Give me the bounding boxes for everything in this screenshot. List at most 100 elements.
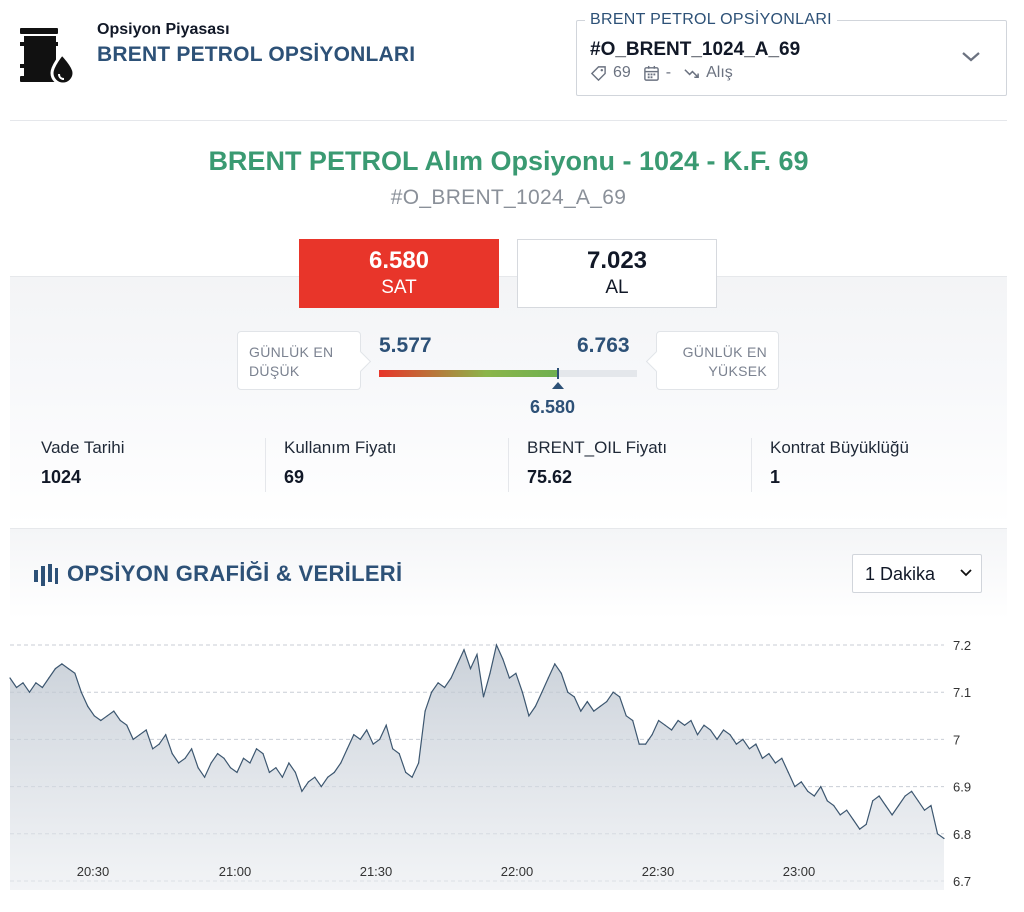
- selector-side: Alış: [706, 64, 733, 81]
- daily-low-label: GÜNLÜK EN DÜŞÜK: [237, 331, 361, 390]
- chart-point: [787, 771, 789, 773]
- sell-label: SAT: [381, 277, 417, 298]
- chart-point: [444, 686, 446, 689]
- chart-point: [437, 682, 439, 684]
- chart-point: [768, 753, 770, 755]
- chart-point: [255, 748, 258, 750]
- chart-point: [761, 757, 764, 759]
- chart-point: [813, 795, 815, 797]
- chevron-down-icon[interactable]: [960, 47, 982, 65]
- chart-point: [268, 771, 270, 773]
- chart-point: [651, 734, 653, 736]
- stat-label: Kontrat Büyüklüğü: [770, 438, 909, 457]
- sell-button[interactable]: 6.580 SAT: [299, 239, 499, 308]
- chart-point: [502, 658, 504, 660]
- buy-button[interactable]: 7.023 AL: [517, 239, 717, 308]
- chart-point: [184, 757, 186, 759]
- chart-point: [28, 691, 31, 693]
- chart-point: [405, 771, 407, 773]
- chart-point: [865, 823, 867, 825]
- y-tick-label: 6.9: [953, 780, 971, 795]
- chart-point: [800, 781, 802, 783]
- stat-value: 75.62: [527, 467, 573, 487]
- chart-point: [204, 776, 206, 778]
- chart-point: [294, 771, 296, 773]
- chart-point: [495, 644, 498, 646]
- y-tick-label: 7.1: [953, 685, 971, 700]
- chart-point: [333, 771, 335, 773]
- calendar-icon: [643, 65, 659, 81]
- chart-point: [353, 734, 355, 736]
- selector-meta: 69 - Alış: [590, 64, 733, 82]
- daily-high-label: GÜNLÜK EN YÜKSEK: [656, 331, 779, 390]
- x-tick-label: 20:30: [77, 864, 110, 879]
- chart-point: [716, 738, 718, 740]
- chart-point: [87, 705, 89, 707]
- chart-point: [573, 696, 575, 698]
- chart-point: [671, 729, 673, 731]
- stat-label: Vade Tarihi: [41, 438, 125, 457]
- y-tick-label: 6.7: [953, 874, 971, 889]
- chart-point: [450, 677, 452, 679]
- price-chart[interactable]: 7.2 7.1 7 6.9 6.8 6.7 20:30 21:00 21:30 22:00 22:3…: [0, 620, 1024, 912]
- chart-point: [229, 767, 232, 769]
- chart-point: [9, 677, 11, 679]
- chart-point: [385, 724, 387, 726]
- chart-point: [833, 804, 835, 807]
- chart-point: [567, 691, 569, 693]
- chart-point: [67, 668, 69, 670]
- chart-point: [35, 682, 37, 684]
- interval-select[interactable]: 1 Dakika: [852, 554, 982, 593]
- chart-point: [249, 762, 251, 764]
- chart-point: [152, 748, 154, 750]
- chart-point: [197, 767, 199, 769]
- chart-point: [936, 833, 939, 835]
- chart-point: [22, 682, 24, 684]
- chart-point: [171, 753, 173, 755]
- chart-point: [476, 653, 478, 655]
- chart-point: [632, 719, 634, 722]
- chart-point: [930, 804, 932, 807]
- chart-point: [658, 719, 660, 722]
- chart-point: [554, 663, 556, 665]
- y-tick-label: 6.8: [953, 827, 971, 842]
- daily-low-value: 5.577: [379, 334, 432, 357]
- chart-point: [735, 743, 738, 745]
- chart-point: [826, 800, 828, 802]
- chart-point: [748, 748, 751, 750]
- chart-point: [346, 748, 348, 750]
- chart-point: [119, 719, 121, 722]
- chart-point: [126, 724, 128, 726]
- chart-point: [729, 734, 731, 736]
- chart-point: [807, 790, 809, 792]
- chart-point: [696, 734, 699, 736]
- chart-point: [722, 729, 725, 731]
- chart-point: [262, 753, 264, 755]
- stat-strike: Kullanım Fiyatı 69: [284, 438, 396, 494]
- sell-price: 6.580: [368, 247, 430, 274]
- stat-underlying-price: BRENT_OIL Fiyatı 75.62: [527, 438, 667, 494]
- chart-point: [359, 738, 361, 740]
- daily-high-label-line2: YÜKSEK: [708, 363, 767, 379]
- daily-range-pointer-icon: [552, 382, 564, 389]
- chart-point: [139, 734, 141, 736]
- chart-point: [48, 677, 50, 679]
- chart-point: [664, 724, 666, 726]
- stat-label: BRENT_OIL Fiyatı: [527, 438, 668, 457]
- chart-point: [709, 729, 712, 731]
- chart-point: [482, 696, 485, 698]
- chart-point: [872, 800, 874, 802]
- chart-point: [943, 837, 945, 840]
- chart-point: [904, 795, 906, 797]
- tag-icon: [590, 65, 606, 81]
- chart-point: [275, 767, 277, 769]
- chart-point: [113, 710, 115, 712]
- selector-value: #O_BRENT_1024_A_69: [590, 39, 801, 60]
- chart-point: [917, 800, 919, 802]
- chart-point: [794, 786, 796, 788]
- chart-point: [839, 814, 841, 816]
- option-selector[interactable]: BRENT PETROL OPSİYONLARI #O_BRENT_1024_A…: [576, 11, 1007, 96]
- oil-barrel-drop-icon: [20, 28, 76, 86]
- chart-point: [677, 719, 679, 722]
- chart-section-title: OPSİYON GRAFİĞİ & VERİLERİ: [67, 561, 403, 586]
